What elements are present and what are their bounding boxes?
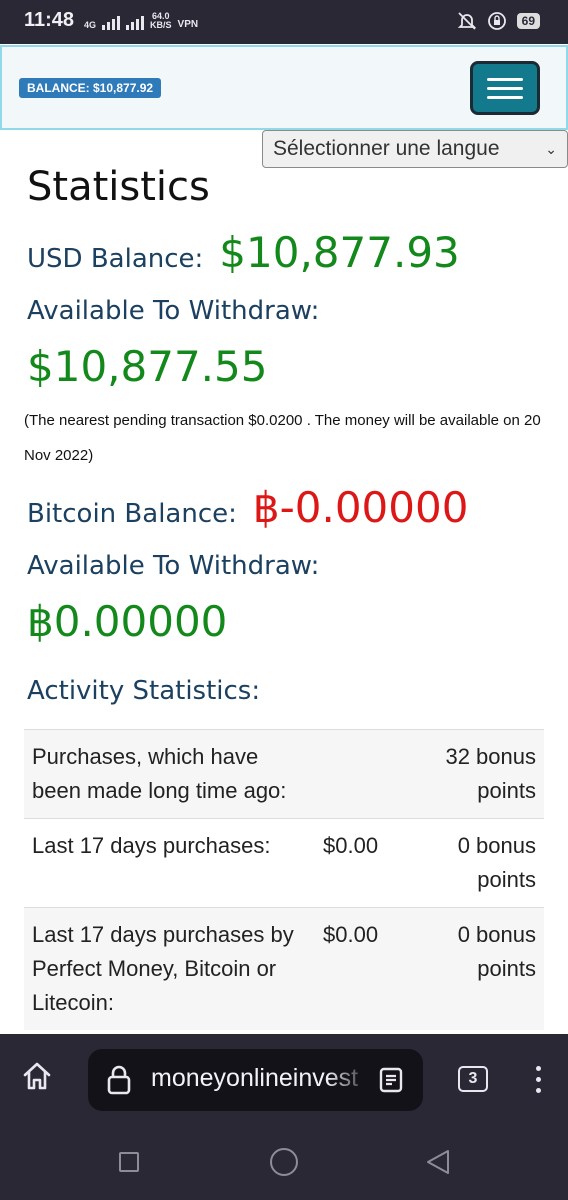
btc-withdraw-label: Available To Withdraw: — [27, 551, 320, 581]
network-indicator: 4G — [84, 21, 96, 30]
status-indicators: 4G 64.0 KB/S VPN — [84, 12, 198, 30]
table-row: Purchases, which have been made long tim… — [24, 729, 544, 819]
signal-icon — [102, 14, 121, 30]
lock-icon[interactable] — [106, 1064, 132, 1096]
row-label: Last 17 days purchases: — [24, 818, 315, 908]
browser-toolbar: moneyonlineinvest 3 — [0, 1034, 568, 1126]
usd-balance-value: $10,877.93 — [219, 228, 460, 277]
site-header: BALANCE: $10,877.92 — [0, 45, 568, 130]
battery-indicator: 69 — [516, 13, 540, 29]
url-text[interactable]: moneyonlineinvest — [151, 1064, 371, 1093]
network-speed: 64.0 KB/S — [150, 12, 172, 30]
hamburger-line — [487, 95, 523, 99]
page-title: Statistics — [27, 164, 210, 210]
btc-balance-row: Bitcoin Balance: ฿-0.00000 — [27, 483, 468, 532]
reader-mode-icon[interactable] — [377, 1066, 405, 1094]
row-amount: $0.00 — [315, 907, 411, 1030]
tab-count: 3 — [468, 1070, 478, 1087]
table-row: Last 17 days purchases by Perfect Money,… — [24, 907, 544, 1030]
activity-table: Purchases, which have been made long tim… — [24, 729, 544, 1030]
btc-balance-value: ฿-0.00000 — [252, 483, 469, 532]
usd-withdraw-value: $10,877.55 — [27, 342, 268, 391]
language-select[interactable]: Sélectionner une langue ⌄ — [262, 130, 568, 168]
row-amount — [315, 729, 411, 819]
status-right: 69 — [457, 11, 540, 31]
signal-icon-2 — [126, 14, 145, 30]
status-time: 11:48 — [24, 9, 75, 31]
usd-balance-label: USD Balance: — [27, 244, 204, 274]
vpn-icon: VPN — [177, 19, 199, 30]
hamburger-line — [487, 77, 523, 81]
hamburger-line — [487, 86, 523, 90]
row-points: 0 bonus points — [411, 818, 544, 908]
system-nav-bar — [0, 1126, 568, 1200]
language-select-value: Sélectionner une langue — [273, 137, 500, 160]
activity-title: Activity Statistics: — [27, 676, 261, 706]
table-row: Last 17 days purchases: $0.00 0 bonus po… — [24, 818, 544, 908]
overflow-menu-icon[interactable] — [536, 1066, 541, 1093]
usd-withdraw-label: Available To Withdraw: — [27, 296, 320, 326]
network-type: 4G — [84, 20, 97, 30]
row-label: Last 17 days purchases by Perfect Money,… — [24, 907, 315, 1030]
btc-withdraw-value: ฿0.00000 — [27, 597, 228, 646]
rotation-lock-icon — [487, 12, 506, 30]
balance-badge: BALANCE: $10,877.92 — [19, 78, 162, 98]
row-points: 32 bonus points — [411, 729, 544, 819]
address-bar[interactable]: moneyonlineinvest — [88, 1049, 423, 1111]
row-points: 0 bonus points — [411, 907, 544, 1030]
back-icon[interactable] — [424, 1148, 452, 1176]
speed-unit: KB/S — [150, 20, 172, 30]
btc-balance-label: Bitcoin Balance: — [27, 499, 237, 529]
chevron-down-icon: ⌄ — [545, 140, 557, 157]
row-label: Purchases, which have been made long tim… — [24, 729, 315, 819]
recents-icon[interactable] — [119, 1152, 139, 1172]
pending-note: (The nearest pending transaction $0.0200… — [24, 412, 541, 464]
status-bar: 11:48 4G 64.0 KB/S VPN 69 — [0, 0, 568, 44]
home-icon[interactable] — [21, 1060, 53, 1092]
usd-balance-row: USD Balance: $10,877.93 — [27, 228, 460, 277]
home-nav-icon[interactable] — [270, 1148, 298, 1176]
tab-switcher-button[interactable]: 3 — [458, 1066, 488, 1092]
bell-muted-icon — [457, 12, 476, 30]
menu-toggle-button[interactable] — [470, 61, 540, 115]
row-amount: $0.00 — [315, 818, 411, 908]
